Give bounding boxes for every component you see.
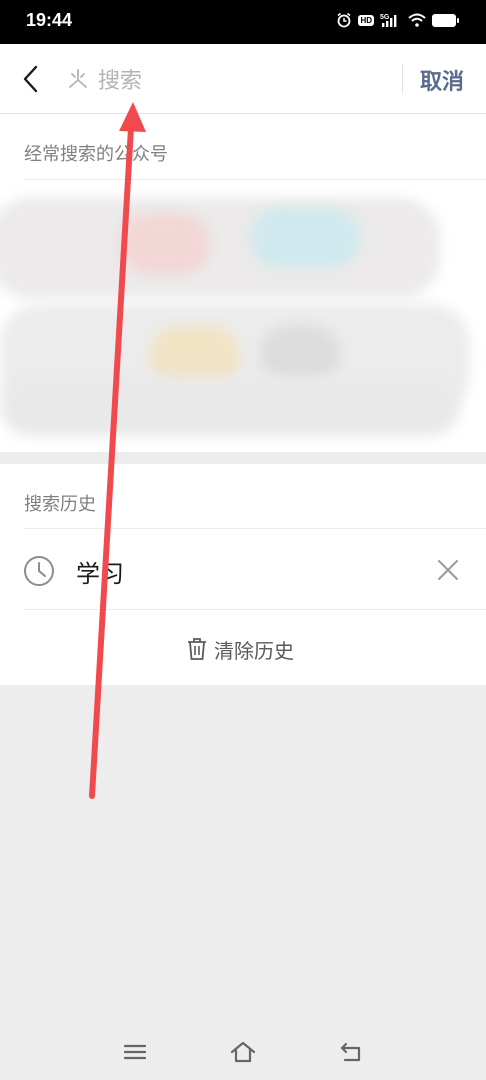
sparkle-icon: [64, 65, 92, 93]
section-divider: [24, 179, 486, 180]
menu-icon: [124, 1044, 146, 1060]
back-button[interactable]: [14, 62, 46, 96]
section-gap: [0, 452, 486, 464]
blur-blob: [0, 198, 440, 298]
search-header: 搜索 取消: [0, 44, 486, 114]
clear-history-button[interactable]: 清除历史: [186, 634, 294, 664]
blur-blob: [0, 376, 460, 436]
back-arrow-icon: [23, 65, 38, 93]
delete-history-button[interactable]: [432, 554, 464, 586]
frequent-accounts-section: 经常搜索的公众号: [0, 114, 486, 452]
signal-icon: 5G: [380, 14, 397, 27]
back-icon: [340, 1042, 361, 1062]
wifi-icon: [408, 13, 426, 27]
status-icons: HD 5G: [336, 12, 459, 28]
alarm-icon: [337, 12, 351, 28]
section-divider: [24, 528, 486, 529]
clear-history-label: 清除历史: [214, 638, 294, 663]
status-time: 19:44: [26, 10, 73, 30]
battery-icon: [432, 13, 459, 27]
frequent-accounts-title: 经常搜索的公众号: [24, 144, 168, 165]
home-button[interactable]: [223, 1036, 263, 1068]
clock-icon: [24, 556, 54, 586]
search-history-section: 搜索历史 学习 清除历史: [0, 464, 486, 685]
history-item[interactable]: 学习: [0, 530, 486, 610]
close-icon: [438, 560, 458, 580]
hd-badge: HD: [358, 14, 374, 26]
history-item-text: 学习: [76, 560, 124, 588]
system-nav-bar: [0, 1030, 486, 1080]
cancel-button[interactable]: 取消: [420, 64, 464, 96]
blur-blob: [120, 214, 210, 274]
obscured-accounts-area[interactable]: [0, 186, 486, 448]
status-bar: 19:44 HD 5G: [0, 0, 486, 44]
search-history-title: 搜索历史: [24, 494, 96, 515]
network-type: 5G: [380, 14, 390, 21]
trash-icon: [188, 638, 206, 660]
header-divider: [402, 64, 403, 94]
search-placeholder: 搜索: [98, 69, 143, 94]
home-icon: [230, 1041, 256, 1063]
system-back-button[interactable]: [331, 1036, 371, 1068]
recent-apps-button[interactable]: [115, 1036, 155, 1068]
blur-blob: [260, 326, 340, 381]
blur-blob: [250, 208, 360, 268]
search-input[interactable]: 搜索: [64, 62, 384, 96]
row-divider: [24, 609, 486, 610]
